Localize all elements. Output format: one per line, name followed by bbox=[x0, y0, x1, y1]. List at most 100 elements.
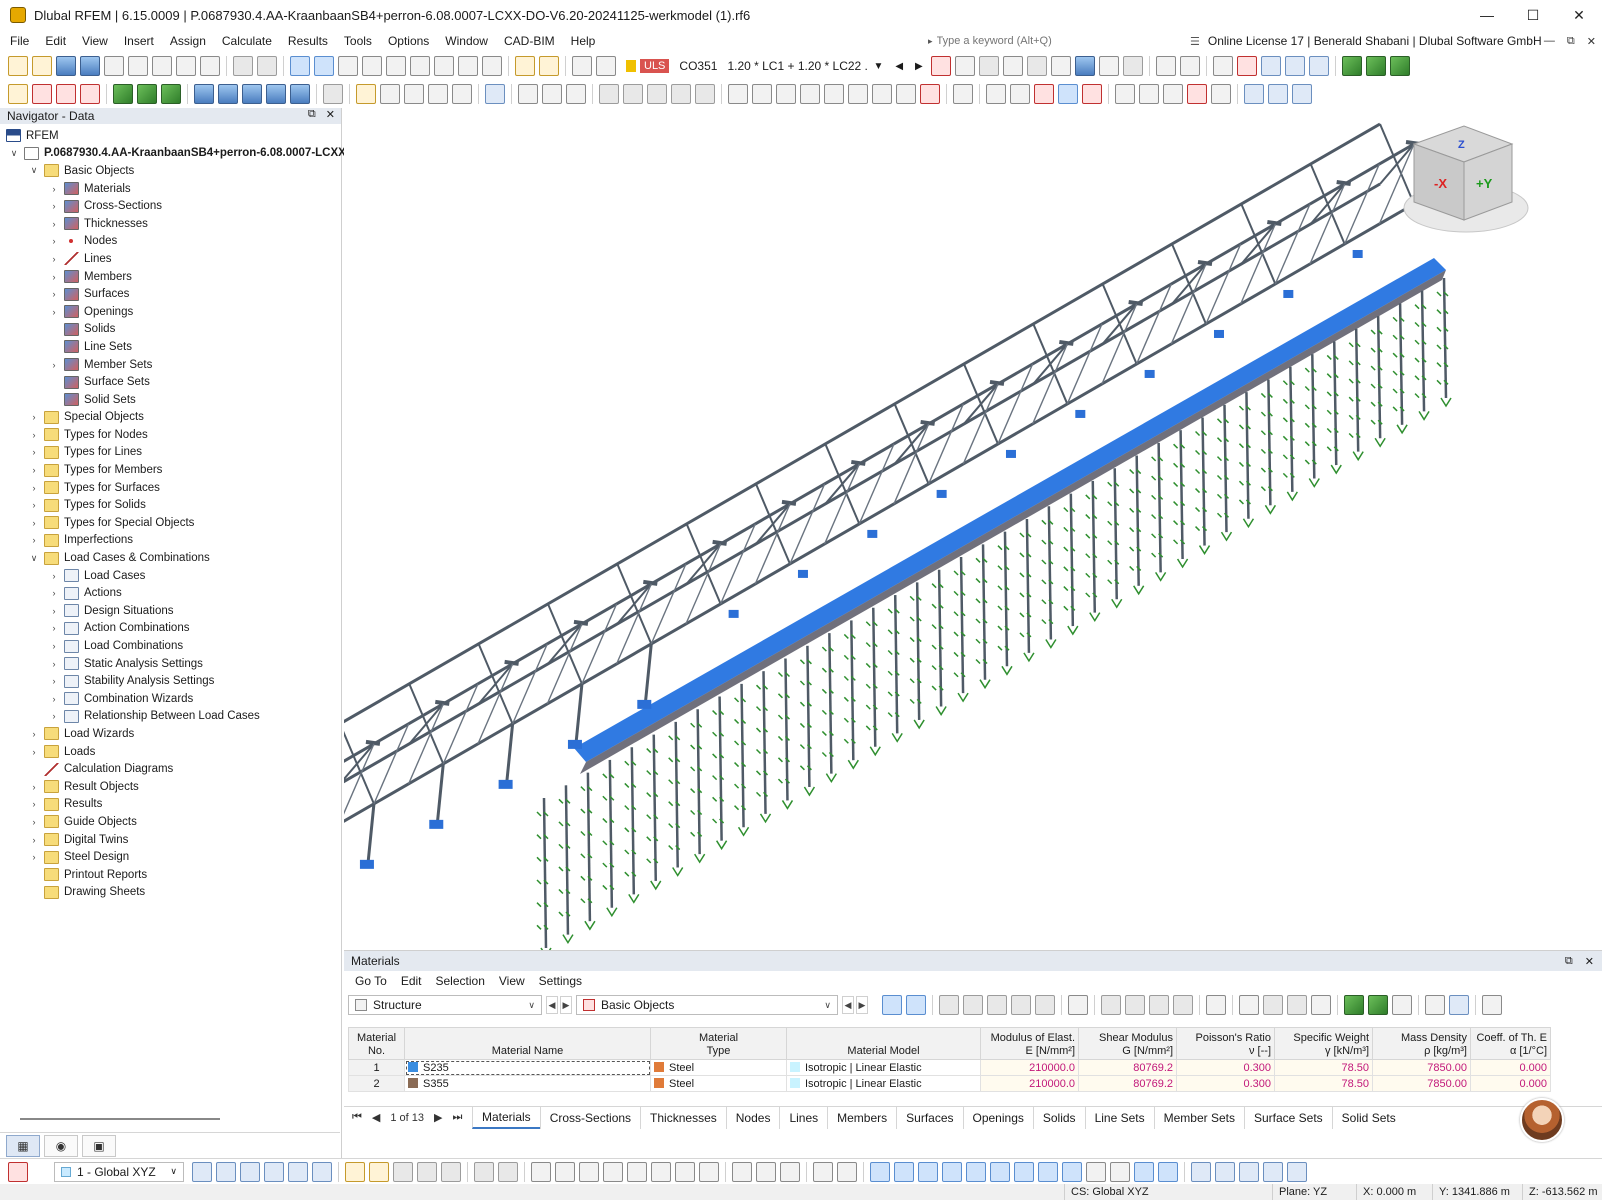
new-surface-icon[interactable] bbox=[194, 84, 214, 104]
add-row-icon[interactable] bbox=[987, 995, 1007, 1015]
view-iso-icon[interactable] bbox=[1260, 56, 1281, 76]
center-icon[interactable] bbox=[1158, 1161, 1178, 1182]
extrude-icon[interactable] bbox=[872, 84, 892, 104]
clear-row-icon[interactable] bbox=[1035, 995, 1055, 1015]
display-icon[interactable] bbox=[1074, 56, 1095, 76]
camera-icon[interactable] bbox=[1211, 84, 1231, 104]
chevron-right-icon[interactable]: › bbox=[28, 429, 40, 441]
maximize-button[interactable]: ☐ bbox=[1510, 0, 1556, 30]
coordinate-system-select[interactable]: 1 - Global XYZ ∨ bbox=[54, 1161, 184, 1182]
tree-item-special-objects[interactable]: › Special Objects bbox=[0, 409, 340, 427]
chevron-right-icon[interactable]: › bbox=[48, 271, 60, 283]
column-layout-icon[interactable] bbox=[1206, 995, 1226, 1015]
tree-item-materials[interactable]: › Materials bbox=[0, 180, 340, 198]
delete-icon[interactable] bbox=[1187, 84, 1207, 104]
tree-item-actions[interactable]: › Actions bbox=[0, 584, 340, 602]
tree-item-result-objects[interactable]: › Result Objects bbox=[0, 778, 340, 796]
tree-item-guide-objects[interactable]: › Guide Objects bbox=[0, 813, 340, 831]
nodal-support-icon[interactable] bbox=[113, 84, 133, 104]
chevron-right-icon[interactable]: › bbox=[28, 851, 40, 863]
col-shear-modulus[interactable]: Shear Modulus G [N/mm²] bbox=[1078, 1027, 1177, 1060]
tree-item-member-sets[interactable]: › Member Sets bbox=[0, 356, 340, 374]
menu-window[interactable]: Window bbox=[437, 30, 496, 52]
table-row[interactable]: 2 S355 Steel Isotropic | Linear Elastic … bbox=[348, 1075, 1551, 1092]
next-icon[interactable]: ▶ bbox=[856, 996, 868, 1014]
menu-assign[interactable]: Assign bbox=[162, 30, 214, 52]
col-material-name[interactable]: Material Name bbox=[404, 1027, 651, 1060]
mirror-icon[interactable] bbox=[800, 84, 820, 104]
comment-icon[interactable] bbox=[428, 84, 448, 104]
device-icon[interactable] bbox=[458, 56, 478, 76]
tab-solid-sets[interactable]: Solid Sets bbox=[1331, 1106, 1405, 1129]
snap-toggle-icon[interactable] bbox=[870, 1161, 890, 1182]
tree-item-relationship-between-load-cases[interactable]: › Relationship Between Load Cases bbox=[0, 708, 340, 726]
chevron-right-icon[interactable]: › bbox=[48, 640, 60, 652]
chevron-right-icon[interactable]: › bbox=[28, 482, 40, 494]
view-table-icon[interactable] bbox=[756, 1161, 776, 1182]
result-numbering-icon[interactable] bbox=[978, 56, 999, 76]
minimize-button[interactable]: — bbox=[1464, 0, 1510, 30]
console-icon[interactable] bbox=[386, 56, 406, 76]
arc-tool-icon[interactable] bbox=[579, 1161, 599, 1182]
chevron-right-icon[interactable]: › bbox=[28, 534, 40, 546]
tree-item-types-for-solids[interactable]: › Types for Solids bbox=[0, 496, 340, 514]
snap-grid-icon[interactable] bbox=[192, 1161, 212, 1182]
scale-values-icon[interactable] bbox=[1122, 56, 1143, 76]
results-on-icon[interactable] bbox=[572, 56, 592, 76]
chevron-right-icon[interactable]: › bbox=[28, 517, 40, 529]
chevron-right-icon[interactable]: › bbox=[28, 816, 40, 828]
formula-icon[interactable] bbox=[1263, 995, 1283, 1015]
tab-members[interactable]: Members bbox=[827, 1106, 896, 1129]
menu-options[interactable]: Options bbox=[380, 30, 437, 52]
new-member-icon[interactable] bbox=[56, 84, 76, 104]
snap-solid-icon[interactable] bbox=[312, 1161, 332, 1182]
perpendicular-icon[interactable] bbox=[990, 1161, 1010, 1182]
divide-icon[interactable] bbox=[848, 84, 868, 104]
snap-member-icon[interactable] bbox=[264, 1161, 284, 1182]
tab-materials[interactable]: Materials bbox=[472, 1106, 540, 1129]
navigator-toggle-icon[interactable] bbox=[290, 56, 310, 76]
import-excel-icon[interactable] bbox=[1368, 995, 1388, 1015]
first-page-icon[interactable]: ⏮ bbox=[352, 1111, 362, 1124]
tangent-icon[interactable] bbox=[1014, 1161, 1034, 1182]
curve-tool-icon[interactable] bbox=[603, 1161, 623, 1182]
dim-edit-icon[interactable] bbox=[417, 1161, 437, 1182]
doc-restore-button[interactable]: ⧉ bbox=[1567, 35, 1575, 48]
indent-icon[interactable] bbox=[1149, 995, 1169, 1015]
workplane-icon[interactable] bbox=[1115, 84, 1135, 104]
tree-item-types-for-members[interactable]: › Types for Members bbox=[0, 461, 340, 479]
chevron-right-icon[interactable]: › bbox=[28, 464, 40, 476]
diagonal-tool-icon[interactable] bbox=[675, 1161, 695, 1182]
close-panel-icon[interactable]: ✕ bbox=[326, 108, 335, 124]
magnet-icon[interactable] bbox=[894, 1161, 914, 1182]
next-page-icon[interactable]: ▶ bbox=[434, 1111, 442, 1124]
thermal-coeff-cell[interactable]: 0.000 bbox=[1470, 1075, 1551, 1092]
tree-model[interactable]: ∨ P.0687930.4.AA-KraanbaanSB4+perron-6.0… bbox=[0, 145, 367, 163]
material-name-cell[interactable]: S355 bbox=[404, 1075, 651, 1092]
cloud-icon[interactable] bbox=[56, 56, 76, 76]
tree-item-design-situations[interactable]: › Design Situations bbox=[0, 602, 340, 620]
workplane-display-icon[interactable] bbox=[1239, 1161, 1259, 1182]
tree-item-loads[interactable]: › Loads bbox=[0, 743, 340, 761]
mass-density-cell[interactable]: 7850.00 bbox=[1372, 1059, 1471, 1076]
chevron-right-icon[interactable]: › bbox=[28, 446, 40, 458]
ruler-icon[interactable] bbox=[813, 1161, 833, 1182]
open-folder-icon[interactable] bbox=[32, 56, 52, 76]
chevron-down-icon[interactable]: ∨ bbox=[28, 165, 40, 177]
col-material-type[interactable]: Material Type bbox=[650, 1027, 787, 1060]
chevron-down-icon[interactable]: ∨ bbox=[8, 147, 20, 159]
deformation-icon[interactable] bbox=[1098, 56, 1119, 76]
truss-tool-icon[interactable] bbox=[699, 1161, 719, 1182]
chevron-right-icon[interactable]: › bbox=[48, 359, 60, 371]
menu-edit[interactable]: Edit bbox=[37, 30, 74, 52]
chevron-right-icon[interactable]: › bbox=[48, 288, 60, 300]
tree-item-printout-reports[interactable]: Printout Reports bbox=[0, 866, 340, 884]
col-thermal-coeff[interactable]: Coeff. of Th. Eα [1/°C] bbox=[1470, 1027, 1551, 1060]
decimal-places-icon[interactable] bbox=[1449, 995, 1469, 1015]
mirror-plane-icon[interactable] bbox=[1163, 84, 1183, 104]
dimension-icon[interactable] bbox=[356, 84, 376, 104]
chevron-right-icon[interactable]: › bbox=[48, 183, 60, 195]
tree-item-solids[interactable]: Solids bbox=[0, 321, 340, 339]
chevron-right-icon[interactable]: › bbox=[48, 605, 60, 617]
tree-item-load-cases-combinations[interactable]: ∨ Load Cases & Combinations bbox=[0, 549, 340, 567]
